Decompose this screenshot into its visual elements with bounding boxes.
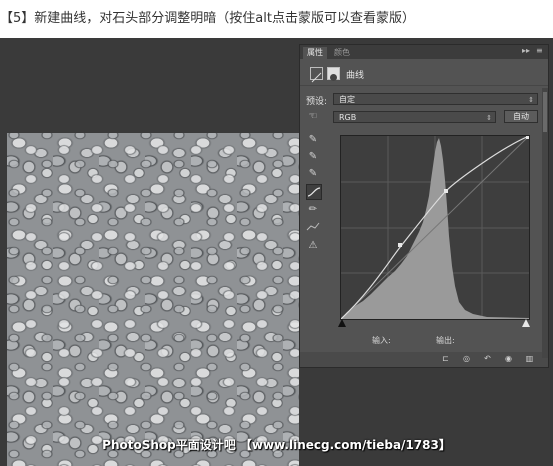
scrollbar-thumb[interactable] — [543, 92, 547, 132]
channel-dropdown[interactable]: RGB ⇕ — [333, 111, 496, 123]
tab-properties[interactable]: 属性 — [303, 47, 327, 59]
delete-icon[interactable]: ▥ — [524, 354, 535, 364]
curves-adjustment-icon[interactable] — [310, 67, 323, 83]
output-label: 输出: — [436, 336, 455, 345]
preset-label: 预设: — [306, 97, 328, 107]
properties-panel: 属性 颜色 ▸▸ ≡ 曲线 预设: 自定 ⇕ ☜ RGB ⇕ 自动 ✎ ✎ ✎ … — [299, 44, 549, 368]
input-label: 输入: — [372, 336, 391, 345]
curves-graph[interactable] — [340, 135, 530, 320]
on-image-adjust-icon[interactable]: ☜ — [306, 110, 320, 124]
layer-mask-icon[interactable] — [327, 67, 340, 81]
black-eyedropper-icon[interactable]: ✎ — [306, 133, 320, 147]
curve-points-icon[interactable] — [306, 184, 322, 200]
clip-to-layer-icon[interactable]: ⊏ — [440, 354, 451, 364]
panel-bottom-bar: ⊏ ◎ ↶ ◉ ▥ — [300, 352, 548, 367]
chevron-updown-icon: ⇕ — [528, 96, 534, 104]
chevron-updown-icon: ⇕ — [486, 114, 492, 122]
panel-scrollbar[interactable] — [542, 88, 548, 358]
visibility-icon[interactable]: ◉ — [503, 354, 514, 364]
curve-endpoint — [526, 136, 529, 139]
tab-color[interactable]: 颜色 — [330, 47, 354, 59]
input-slider[interactable] — [338, 319, 532, 327]
preset-value: 自定 — [339, 95, 355, 104]
smooth-curve-icon[interactable] — [306, 220, 320, 234]
panel-menu-icon[interactable]: ≡ — [536, 46, 543, 55]
channel-value: RGB — [339, 113, 357, 122]
pencil-draw-icon[interactable]: ✏ — [306, 203, 320, 217]
gray-eyedropper-icon[interactable]: ✎ — [306, 150, 320, 164]
black-point-slider — [338, 319, 346, 327]
view-previous-icon[interactable]: ◎ — [461, 354, 472, 364]
preset-dropdown[interactable]: 自定 ⇕ — [333, 93, 538, 105]
curve-control-point — [398, 243, 402, 247]
panel-tab-bar: 属性 颜色 ▸▸ ≡ — [300, 45, 548, 59]
curve-control-point — [444, 189, 448, 193]
white-point-slider — [522, 319, 530, 327]
clipping-warning-icon[interactable]: ⚠ — [306, 239, 320, 253]
white-eyedropper-icon[interactable]: ✎ — [306, 167, 320, 181]
auto-button[interactable]: 自动 — [504, 110, 538, 123]
tutorial-caption: 【5】新建曲线，对石头部分调整明暗（按住alt点击蒙版可以查看蒙版） — [0, 0, 553, 38]
adjustment-title: 曲线 — [346, 71, 365, 81]
watermark-text: PhotoShop平面设计吧 【www.linecg.com/tieba/178… — [102, 438, 451, 452]
reset-icon[interactable]: ↶ — [482, 354, 493, 364]
divider — [300, 85, 548, 86]
collapse-panel-icon[interactable]: ▸▸ — [522, 46, 530, 55]
stone-image-texture — [7, 133, 299, 466]
